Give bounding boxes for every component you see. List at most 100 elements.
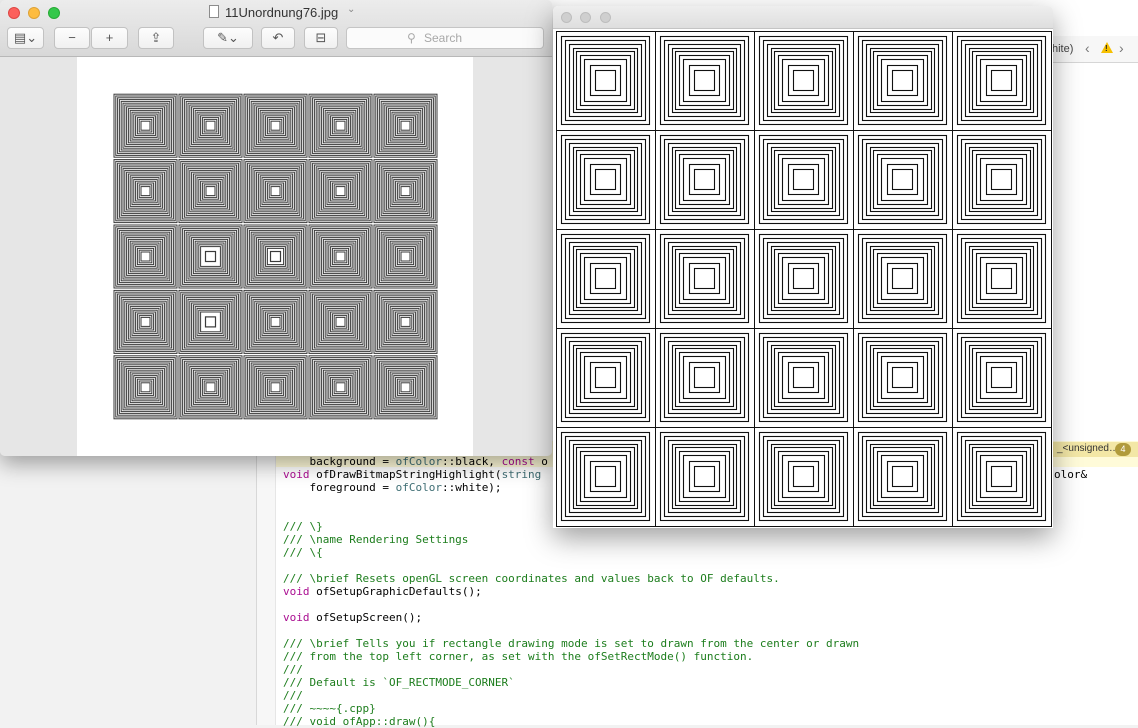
concentric-square [560, 431, 651, 522]
rotate-button[interactable]: ↶ [261, 27, 295, 49]
code-line: /// \name Rendering Settings [283, 533, 859, 546]
minimize-button[interactable] [580, 12, 591, 23]
scan-square [248, 99, 303, 153]
scan-square [124, 235, 167, 278]
concentric-square [762, 39, 845, 122]
scan-square [400, 120, 411, 131]
scan-square [259, 371, 292, 404]
search-input[interactable]: ⚲ Search [346, 27, 544, 49]
concentric-square [971, 248, 1032, 309]
scan-square [254, 300, 297, 344]
concentric-square [869, 245, 936, 312]
chevron-right-icon[interactable]: › [1119, 40, 1124, 56]
sidebar-toggle-button[interactable]: ▤⌄ [7, 27, 44, 49]
concentric-square [758, 35, 849, 126]
concentric-square [891, 69, 914, 92]
grid-cell [853, 130, 953, 230]
concentric-square [572, 443, 639, 510]
concentric-square [773, 347, 834, 408]
scan-square [330, 180, 351, 202]
scan-square [270, 316, 281, 327]
scan-square [247, 162, 304, 220]
maximize-button[interactable] [48, 7, 60, 19]
grid-cell [655, 31, 755, 131]
markup-button[interactable]: ✎⌄ [203, 27, 253, 49]
concentric-square [560, 35, 651, 126]
scan-square [129, 306, 162, 338]
code-token: /// \brief Resets openGL screen coordina… [283, 572, 780, 585]
concentric-square [678, 450, 731, 503]
close-button[interactable] [8, 7, 20, 19]
scan-square [389, 240, 422, 273]
concentric-square [777, 351, 830, 404]
scan-square [266, 182, 285, 200]
concentric-square [758, 332, 849, 423]
concentric-square [773, 50, 834, 111]
concentric-square [869, 146, 936, 213]
code-token: background = [283, 455, 396, 468]
scan-square [319, 104, 362, 147]
concentric-square [857, 134, 948, 225]
zoom-out-button[interactable]: − [54, 27, 90, 49]
window-title[interactable]: 11Unordnung76.jpg [225, 5, 338, 20]
concentric-square [572, 47, 639, 114]
concentric-square [575, 248, 636, 309]
scan-square [389, 306, 422, 338]
scan-square [183, 360, 238, 414]
rotate-icon: ↶ [272, 30, 284, 45]
scan-square [331, 247, 350, 266]
concentric-square [861, 237, 944, 320]
scan-square [265, 311, 286, 333]
concentric-square [762, 435, 845, 518]
scan-square [117, 228, 174, 285]
scan-square [118, 229, 173, 284]
share-button[interactable]: ⇪ [138, 27, 174, 49]
concentric-square [876, 450, 929, 503]
close-button[interactable] [561, 12, 572, 23]
scan-square [378, 99, 433, 153]
concentric-square [876, 351, 929, 404]
scan-square [129, 109, 162, 142]
concentric-square [956, 431, 1047, 522]
scan-square [377, 97, 434, 155]
concentric-square [575, 149, 636, 210]
scan-square [136, 313, 155, 331]
concentric-square [975, 54, 1028, 107]
code-token: /// \name Rendering Settings [283, 533, 469, 546]
concentric-square [572, 146, 639, 213]
of-window-titlebar [553, 6, 1053, 29]
scan-square [117, 97, 174, 155]
chevron-left-icon[interactable]: ‹ [1085, 40, 1090, 56]
chevron-down-icon[interactable]: ⌄ [347, 4, 355, 15]
scan-square [248, 295, 303, 349]
code-token: /// from the top left corner, as set wit… [283, 650, 754, 663]
warning-icon[interactable]: ! [1101, 42, 1113, 53]
xcode-jump-bar: hite) ‹ ! › [1052, 36, 1138, 63]
minimize-button[interactable] [28, 7, 40, 19]
scan-square [400, 316, 411, 327]
concentric-square [990, 168, 1013, 191]
concentric-square [792, 267, 815, 290]
concentric-square [876, 153, 929, 206]
grid-cell [952, 31, 1052, 131]
jump-bar-breadcrumb[interactable]: hite) [1052, 43, 1073, 55]
concentric-square [869, 47, 936, 114]
issue-badge[interactable]: _<unsigned… 4 [1052, 442, 1138, 457]
zoom-in-button[interactable]: + [91, 27, 128, 49]
grid-cell [853, 328, 953, 428]
scan-square [396, 117, 415, 135]
scan-square [331, 117, 350, 135]
code-token: ofColor [395, 481, 442, 494]
concentric-square [770, 47, 837, 114]
scan-square [384, 169, 427, 213]
scan-square [194, 240, 227, 273]
scan-square [182, 97, 239, 155]
concentric-square [674, 50, 735, 111]
code-token: foreground = [283, 481, 396, 494]
preview-canvas[interactable] [0, 57, 552, 456]
maximize-button[interactable] [600, 12, 611, 23]
concentric-square [975, 153, 1028, 206]
grid-cell [556, 31, 656, 131]
grid-cell [853, 229, 953, 329]
toolbox-button[interactable]: ⊟ [304, 27, 338, 49]
